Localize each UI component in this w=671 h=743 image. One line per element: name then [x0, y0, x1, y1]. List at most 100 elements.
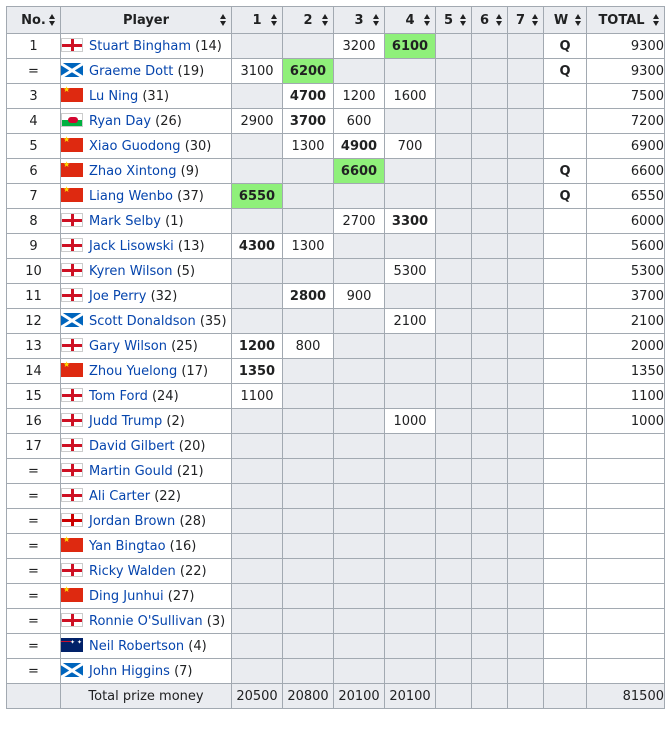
- sort-icon[interactable]: [575, 14, 582, 26]
- event-prize-cell: [282, 208, 334, 234]
- player-name-link[interactable]: Judd Trump: [89, 414, 162, 429]
- player-seed: (20): [178, 439, 206, 454]
- player-name-link[interactable]: Tom Ford: [89, 389, 148, 404]
- event-prize-cell: [471, 358, 508, 384]
- event-prize-cell: [471, 533, 508, 559]
- column-header-event-5[interactable]: 5: [435, 6, 472, 34]
- player-name-link[interactable]: Mark Selby: [89, 214, 161, 229]
- event-prize-cell: [333, 658, 385, 684]
- player-name-link[interactable]: Xiao Guodong: [89, 139, 181, 154]
- event-prize-cell: 6100: [384, 33, 436, 59]
- event-prize-cell: [471, 308, 508, 334]
- event-prize-cell: [333, 608, 385, 634]
- player-cell: David Gilbert (20): [60, 433, 232, 459]
- column-header-event-4[interactable]: 4: [384, 6, 436, 34]
- player-name-link[interactable]: Gary Wilson: [89, 339, 167, 354]
- player-name-link[interactable]: Scott Donaldson: [89, 314, 196, 329]
- england-flag-icon: [61, 288, 83, 302]
- player-name-link[interactable]: Martin Gould: [89, 464, 173, 479]
- player-cell: Liang Wenbo (37): [60, 183, 232, 209]
- sort-icon[interactable]: [49, 14, 56, 26]
- player-name-link[interactable]: Ricky Walden: [89, 564, 176, 579]
- player-name-link[interactable]: Joe Perry: [89, 289, 146, 304]
- player-name-link[interactable]: Lu Ning: [89, 89, 138, 104]
- player-name-link[interactable]: Yan Bingtao: [89, 539, 166, 554]
- player-cell: Ding Junhui (27): [60, 583, 232, 609]
- event-prize-cell: [435, 383, 472, 409]
- scotland-flag-icon: [61, 663, 83, 677]
- event-prize-cell: 4300: [231, 233, 283, 259]
- player-name-link[interactable]: Stuart Bingham: [89, 39, 191, 54]
- player-seed: (13): [177, 239, 205, 254]
- player-name-link[interactable]: Ryan Day: [89, 114, 151, 129]
- total-cell: [586, 533, 665, 559]
- player-name-link[interactable]: David Gilbert: [89, 439, 175, 454]
- total-cell: [586, 583, 665, 609]
- sort-icon[interactable]: [460, 14, 467, 26]
- event-prize-cell: [471, 133, 508, 159]
- player-cell: Scott Donaldson (35): [60, 308, 232, 334]
- player-name-link[interactable]: Jack Lisowski: [89, 239, 174, 254]
- footer-label: Total prize money: [60, 683, 232, 709]
- sort-icon[interactable]: [424, 14, 431, 26]
- column-header-event-6[interactable]: 6: [471, 6, 508, 34]
- event-prize-cell: [384, 108, 436, 134]
- player-name-link[interactable]: Ronnie O'Sullivan: [89, 614, 203, 629]
- player-name-link[interactable]: Jordan Brown: [89, 514, 175, 529]
- column-header-player[interactable]: Player: [60, 6, 232, 34]
- rank-cell: 3: [6, 83, 61, 109]
- qualified-cell: [543, 358, 587, 384]
- event-prize-cell: [333, 583, 385, 609]
- event-prize-cell: [507, 308, 544, 334]
- rank-cell: =: [6, 633, 61, 659]
- column-header-event-2[interactable]: 2: [282, 6, 334, 34]
- event-prize-cell: [471, 508, 508, 534]
- column-header-event-1[interactable]: 1: [231, 6, 283, 34]
- sort-icon[interactable]: [532, 14, 539, 26]
- player-name-link[interactable]: Kyren Wilson: [89, 264, 172, 279]
- column-header-no[interactable]: No.: [6, 6, 61, 34]
- player-name-link[interactable]: John Higgins: [89, 664, 170, 679]
- player-name-link[interactable]: Ding Junhui: [89, 589, 164, 604]
- event-prize-cell: [507, 33, 544, 59]
- event-prize-cell: 1100: [231, 383, 283, 409]
- column-header-event-3[interactable]: 3: [333, 6, 385, 34]
- event-prize-cell: [231, 83, 283, 109]
- event-prize-cell: [435, 533, 472, 559]
- event-prize-cell: [435, 458, 472, 484]
- event-prize-cell: [435, 83, 472, 109]
- column-header-w[interactable]: W: [543, 6, 587, 34]
- table-row: 8 Mark Selby (1) 2700 3300 6000: [6, 208, 665, 234]
- sort-icon[interactable]: [322, 14, 329, 26]
- event-prize-cell: [471, 558, 508, 584]
- sort-icon[interactable]: [496, 14, 503, 26]
- table-row: =Neil Robertson (4): [6, 633, 665, 659]
- qualified-cell: Q: [543, 33, 587, 59]
- event-prize-cell: [231, 133, 283, 159]
- player-name-link[interactable]: Ali Carter: [89, 489, 150, 504]
- player-name-link[interactable]: Graeme Dott: [89, 64, 173, 79]
- rank-cell: 9: [6, 233, 61, 259]
- player-name-link[interactable]: Neil Robertson: [89, 639, 184, 654]
- event-prize-cell: [471, 33, 508, 59]
- event-prize-cell: [282, 558, 334, 584]
- column-header-event-7[interactable]: 7: [507, 6, 544, 34]
- player-name-link[interactable]: Zhao Xintong: [89, 164, 177, 179]
- total-cell: 1000: [586, 408, 665, 434]
- event-prize-cell: [435, 508, 472, 534]
- sort-icon[interactable]: [653, 14, 660, 26]
- event-prize-cell: [282, 158, 334, 184]
- rank-cell: 10: [6, 258, 61, 284]
- column-header-event-label: 3: [354, 12, 364, 28]
- player-name-link[interactable]: Liang Wenbo: [89, 189, 173, 204]
- event-prize-cell: 1600: [384, 83, 436, 109]
- sort-icon[interactable]: [220, 14, 227, 26]
- player-name-link[interactable]: Zhou Yuelong: [89, 364, 177, 379]
- column-header-total[interactable]: TOTAL: [586, 6, 665, 34]
- footer-event-total: 20800: [282, 683, 334, 709]
- player-cell: Jack Lisowski (13): [60, 233, 232, 259]
- sort-icon[interactable]: [373, 14, 380, 26]
- rank-cell: 16: [6, 408, 61, 434]
- event-prize-cell: [507, 433, 544, 459]
- sort-icon[interactable]: [271, 14, 278, 26]
